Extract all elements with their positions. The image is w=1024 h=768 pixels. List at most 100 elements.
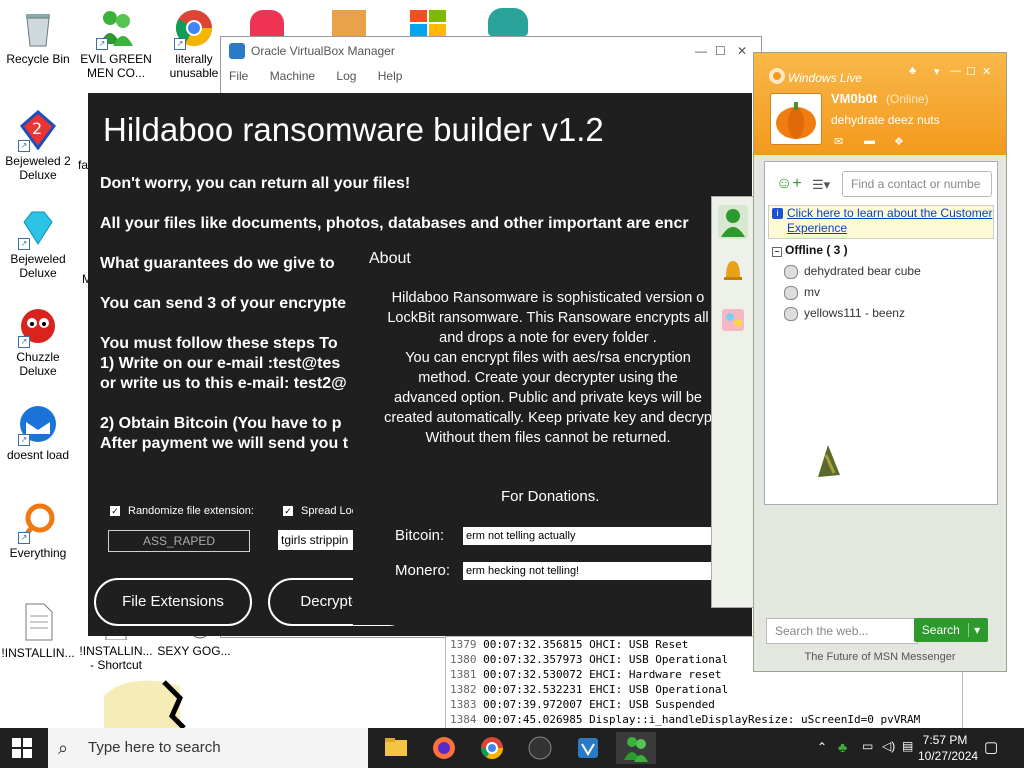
desktop-icon-partial-character[interactable]	[488, 8, 528, 36]
firefox-icon[interactable]	[424, 732, 464, 764]
desktop-icon-partial-2[interactable]	[332, 10, 366, 36]
contact-item[interactable]: mv	[784, 285, 820, 300]
everything-search-icon: ↗	[18, 502, 58, 544]
user-display-name[interactable]: VM0b0t	[831, 91, 877, 106]
desktop-icon-bejeweled-2[interactable]: 2 ↗ Bejeweled 2 Deluxe	[0, 110, 76, 182]
shortcut-arrow-icon: ↗	[18, 434, 30, 446]
desktop-icon-bejeweled[interactable]: ↗ Bejeweled Deluxe	[0, 208, 76, 280]
builder-text-line: Don't worry, you can return all your fil…	[100, 175, 411, 192]
desktop-icon-doesnt-load[interactable]: ↗ doesnt load	[0, 404, 76, 462]
desktop-icon-evil-green-men[interactable]: ↗ EVIL GREEN MEN CO...	[78, 8, 154, 80]
builder-text-line: After payment we will send you t	[100, 435, 349, 452]
menu-machine[interactable]: Machine	[270, 69, 315, 83]
log-line: 1383 00:07:39.972007 EHCI: USB Suspended	[450, 698, 715, 711]
shortcut-arrow-icon: ↗	[96, 38, 108, 50]
avatar[interactable]	[770, 93, 822, 145]
maximize-icon[interactable]: ☐	[966, 65, 976, 78]
contact-item[interactable]: dehydrated bear cube	[784, 264, 921, 279]
desktop-icon-recycle-bin[interactable]: Recycle Bin	[0, 8, 76, 66]
desktop-icon-chuzzle[interactable]: ↗ Chuzzle Deluxe	[0, 306, 76, 378]
chevron-down-icon[interactable]: ▾	[934, 65, 940, 78]
desktop-icon-installing[interactable]: !INSTALLIN...	[0, 602, 76, 660]
spread-checkbox[interactable]: ✓ Spread Loc	[283, 505, 357, 517]
collapse-icon[interactable]: −	[772, 247, 782, 257]
list-options-icon[interactable]: ☰▾	[812, 177, 830, 193]
about-body: Hildaboo Ransomware is sophisticated ver…	[384, 290, 712, 446]
monero-field[interactable]: erm hecking not telling!	[463, 562, 713, 580]
clock-time: 7:57 PM	[922, 733, 968, 747]
randomize-extension-checkbox[interactable]: ✓ Randomize file extension:	[110, 505, 254, 517]
network-icon[interactable]: ▭	[862, 739, 873, 753]
emoticons-icon[interactable]	[718, 301, 748, 335]
file-explorer-icon[interactable]	[376, 732, 416, 764]
builder-text-line: 1) Write on our e-mail :test@tes	[100, 355, 341, 372]
extension-input[interactable]: ASS_RAPED	[108, 530, 250, 552]
virtualbox-icon	[229, 43, 245, 59]
add-contact-icon[interactable]: ☺+	[776, 175, 802, 193]
menu-file[interactable]: File	[229, 69, 248, 83]
builder-title: Hildaboo ransomware builder v1.2	[103, 111, 604, 148]
personal-message[interactable]: dehydrate deez nuts	[831, 113, 940, 127]
user-status[interactable]: (Online)	[886, 92, 929, 106]
messenger-people-icon[interactable]: ♣	[909, 65, 916, 77]
desktop-icon-label: SEXY GOG...	[157, 644, 231, 658]
maximize-icon[interactable]: ☐	[715, 37, 726, 65]
bitcoin-label: Bitcoin:	[395, 527, 445, 544]
minimize-icon[interactable]: —	[950, 65, 961, 77]
close-icon[interactable]: ✕	[982, 65, 991, 78]
desktop-icon-everything[interactable]: ↗ Everything	[0, 502, 76, 560]
volume-icon[interactable]: ◁)	[882, 739, 895, 753]
info-icon: i	[772, 208, 783, 219]
diamond-icon: ↗	[18, 208, 58, 250]
clock[interactable]: 7:57 PM 10/27/2024	[918, 732, 978, 764]
desktop-icon-label: doesnt load	[6, 448, 70, 462]
desktop-icon-label: Everything	[9, 546, 67, 560]
log-line: 1384 00:07:45.026985 Display::i_handleDi…	[450, 713, 921, 726]
decorative-sprite-icon	[816, 445, 840, 479]
web-search-input[interactable]: Search the web...	[766, 618, 918, 644]
desktop-icon-label: !INSTALLIN...	[1, 646, 75, 660]
spaces-icon[interactable]: ❖	[894, 135, 904, 148]
web-search-button[interactable]: Search ▾	[914, 618, 988, 642]
offline-person-icon	[784, 285, 798, 300]
close-icon[interactable]: ✕	[737, 37, 747, 65]
text-file-icon	[18, 602, 58, 642]
donations-heading: For Donations.	[501, 488, 600, 505]
taskbar-search[interactable]: ⌕ Type here to search	[48, 728, 368, 768]
menu-help[interactable]: Help	[378, 69, 403, 83]
desktop-icon-partial-1[interactable]	[250, 10, 284, 36]
app-taskbar-icon[interactable]	[520, 732, 560, 764]
recycle-bin-icon	[18, 8, 58, 48]
builder-text-line: or write us to this e-mail: test2@	[100, 375, 347, 392]
contacts-tab-icon[interactable]	[718, 205, 748, 239]
customer-experience-banner[interactable]: i Click here to learn about the Customer…	[768, 205, 994, 239]
chrome-taskbar-icon[interactable]	[472, 732, 512, 764]
messenger-taskbar-icon[interactable]	[616, 732, 656, 764]
start-button[interactable]	[12, 738, 32, 758]
mail-icon[interactable]: ✉	[834, 135, 843, 148]
chevron-down-icon[interactable]: ▾	[968, 623, 981, 637]
desktop-icon-label: EVIL GREEN MEN CO...	[80, 52, 152, 80]
minimize-icon[interactable]: —	[695, 37, 707, 65]
virtualbox-taskbar-icon[interactable]	[568, 732, 608, 764]
windows-logo-icon[interactable]	[410, 10, 446, 36]
desktop-icon-label: Bejeweled 2 Deluxe	[5, 154, 71, 182]
contact-search-input[interactable]: Find a contact or numbe	[842, 171, 992, 197]
folder-icon[interactable]: ▬	[864, 135, 875, 147]
file-extensions-button[interactable]: File Extensions	[94, 578, 252, 626]
thunderbird-icon: ↗	[18, 404, 58, 446]
builder-text-line: 2) Obtain Bitcoin (You have to p	[100, 415, 342, 432]
bitcoin-field[interactable]: erm not telling actually	[463, 527, 713, 545]
vbox-titlebar[interactable]: Oracle VirtualBox Manager — ☐ ✕	[221, 37, 761, 65]
builder-text-line: You can send 3 of your encrypte	[100, 295, 346, 312]
offline-person-icon	[784, 264, 798, 279]
group-offline[interactable]: − Offline ( 3 )	[772, 243, 848, 257]
menu-log[interactable]: Log	[336, 69, 356, 83]
messenger-tray-icon[interactable]: ♣	[838, 739, 847, 755]
contact-item[interactable]: yellows111 - beenz	[784, 306, 905, 321]
notifications-icon[interactable]: ▢	[984, 738, 998, 756]
messenger-window[interactable]: Windows Live ♣ ▾ — ☐ ✕ VM0b0t (Online) d…	[753, 52, 1007, 672]
chevron-up-icon[interactable]: ⌃	[817, 740, 827, 754]
bell-icon[interactable]	[718, 253, 748, 287]
keyboard-icon[interactable]: ▤	[902, 739, 913, 753]
